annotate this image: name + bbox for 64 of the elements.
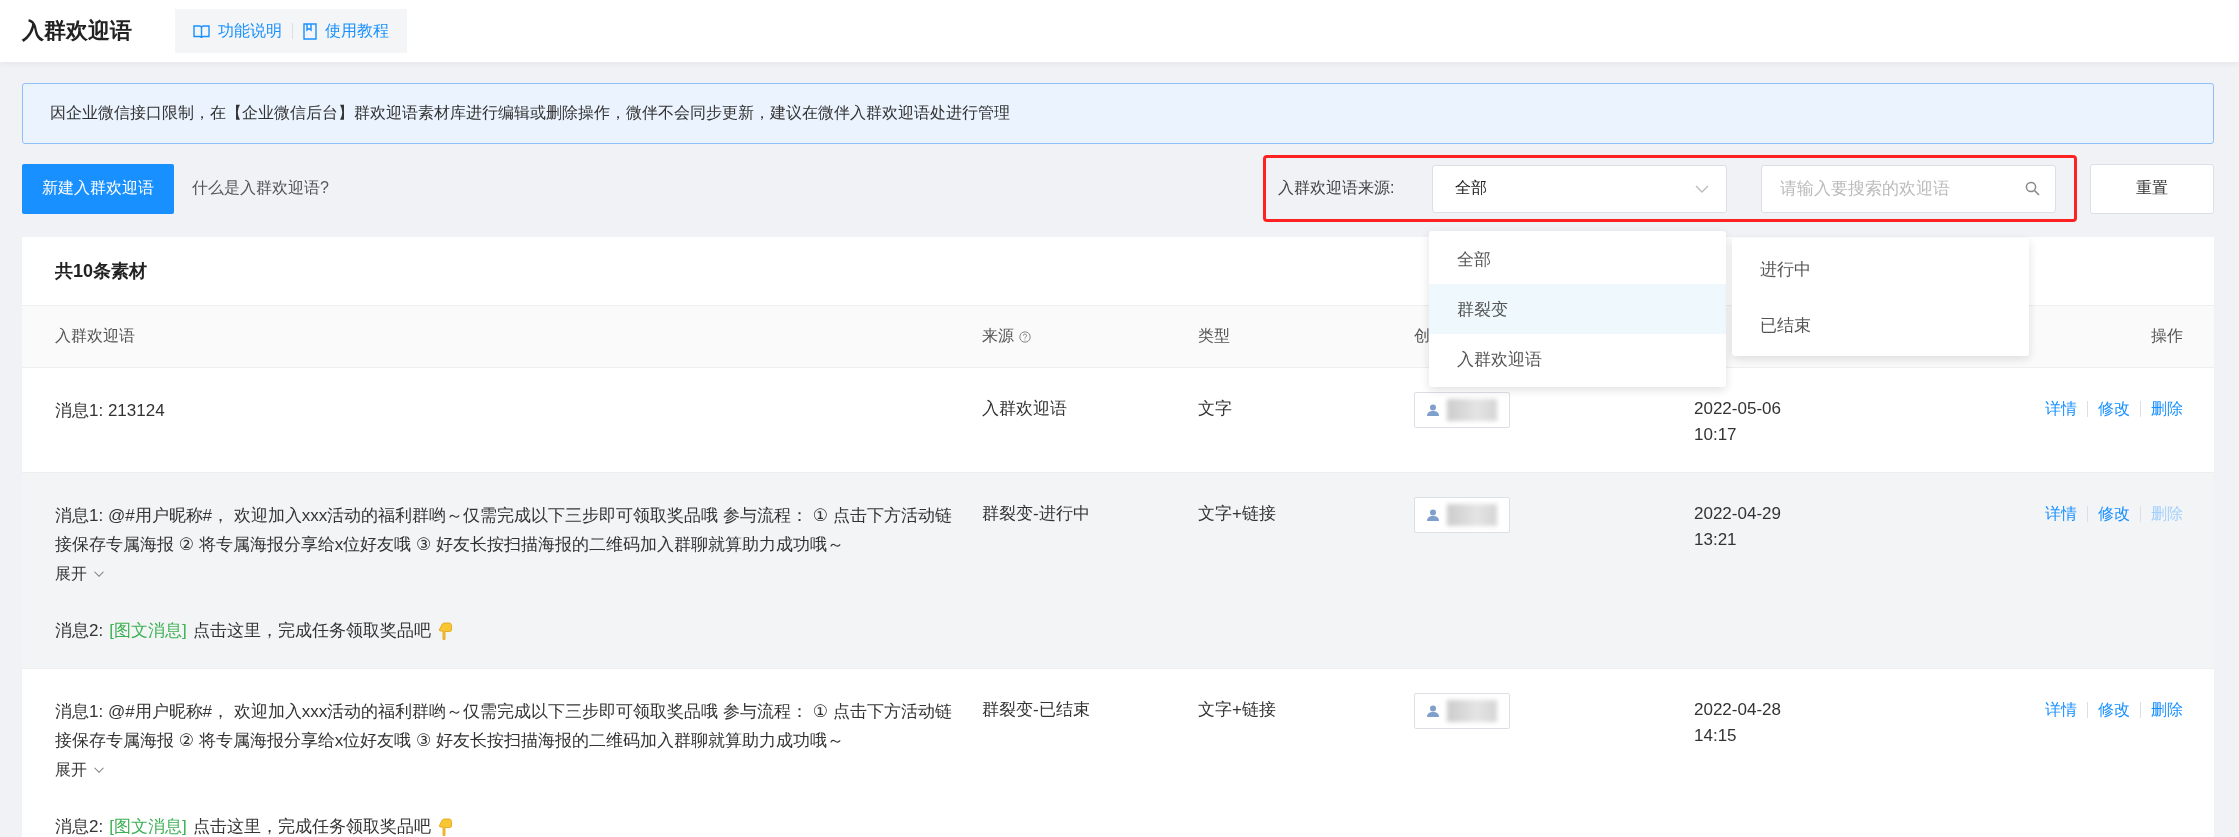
user-icon bbox=[1427, 509, 1439, 521]
expand-toggle[interactable]: 展开 bbox=[55, 559, 105, 588]
message-tag: [图文消息] bbox=[109, 814, 187, 837]
time-text: 10:17 bbox=[1694, 424, 1738, 446]
action-link[interactable]: 修改 bbox=[2098, 697, 2130, 723]
redacted-name bbox=[1447, 399, 1497, 421]
submenu-option[interactable]: 进行中 bbox=[1732, 241, 2029, 297]
card-title: 共10条素材 bbox=[55, 260, 148, 283]
search-field[interactable]: 请输入要搜索的欢迎语 bbox=[1761, 164, 2056, 213]
column-header: 类型 bbox=[1198, 326, 1231, 346]
book-icon bbox=[193, 23, 210, 39]
date-text: 2022-04-28 bbox=[1694, 699, 1782, 721]
help-icon bbox=[1019, 330, 1031, 343]
type-cell-text: 文字+链接 bbox=[1198, 503, 1277, 525]
help-link[interactable]: 什么是入群欢迎语? bbox=[192, 178, 329, 199]
reset-button[interactable]: 重置 bbox=[2090, 163, 2214, 214]
search-icon bbox=[2025, 180, 2040, 196]
message-text: 消息1: @#用户昵称#， 欢迎加入xxx活动的福利群哟～仅需完成以下三步即可领取奖品哦 参与流程： ① 点击下方活动链接保存专属海报 ② 将专属海报分享给x位好友哦 ③ 好友长按扫描海报的二维码加入群聊就算助力成功哦～ bbox=[55, 701, 952, 752]
date-text: 2022-05-06 bbox=[1694, 398, 1782, 420]
source-cell-text: 入群欢迎语 bbox=[982, 398, 1068, 420]
pointing-hand-icon bbox=[436, 818, 453, 836]
source-cell-text: 群裂变-已结束 bbox=[982, 699, 1091, 721]
dropdown-option[interactable]: 入群欢迎语 bbox=[1429, 334, 1726, 384]
column-header: 创 bbox=[1414, 326, 1431, 346]
create-button[interactable]: 新建入群欢迎语 bbox=[22, 163, 174, 214]
time-text: 14:15 bbox=[1694, 725, 1738, 747]
action-link[interactable]: 修改 bbox=[2098, 396, 2130, 422]
column-header: 来源 bbox=[982, 326, 1198, 347]
header-link[interactable]: 使用教程 bbox=[303, 20, 389, 42]
page-title: 入群欢迎语 bbox=[22, 17, 133, 45]
user-icon bbox=[1427, 404, 1439, 416]
message-text: 消息1: @#用户昵称#， 欢迎加入xxx活动的福利群哟～仅需完成以下三步即可领取奖品哦 参与流程： ① 点击下方活动链接保存专属海报 ② 将专属海报分享给x位好友哦 ③ 好友长按扫描海报的二维码加入群聊就算助力成功哦～ bbox=[55, 505, 952, 556]
type-cell-text: 文字 bbox=[1198, 398, 1233, 420]
submenu-option[interactable]: 已结束 bbox=[1732, 297, 2029, 353]
document-icon bbox=[303, 22, 317, 40]
time-text: 13:21 bbox=[1694, 529, 1738, 551]
action-link[interactable]: 详情 bbox=[2045, 501, 2077, 527]
expand-toggle[interactable]: 展开 bbox=[55, 755, 105, 784]
action-link[interactable]: 修改 bbox=[2098, 501, 2130, 527]
user-icon bbox=[1427, 705, 1439, 717]
header-link[interactable]: 功能说明 bbox=[193, 20, 282, 42]
dropdown-option[interactable]: 全部 bbox=[1429, 234, 1726, 284]
message-label: 消息2: bbox=[55, 816, 104, 837]
message-tag: [图文消息] bbox=[109, 618, 187, 644]
dropdown-option[interactable]: 群裂变 bbox=[1429, 284, 1726, 334]
notice-banner: 因企业微信接口限制，在【企业微信后台】群欢迎语素材库进行编辑或删除操作，微伴不会同步更新，建议在微伴入群欢迎语处进行管理 bbox=[22, 83, 2214, 144]
date-text: 2022-04-29 bbox=[1694, 503, 1782, 525]
action-link[interactable]: 详情 bbox=[2045, 396, 2077, 422]
filter-label: 入群欢迎语来源: bbox=[1278, 178, 1396, 198]
source-cell-text: 群裂变-进行中 bbox=[982, 503, 1091, 525]
type-cell-text: 文字+链接 bbox=[1198, 699, 1277, 721]
message-text: 消息1: 213124 bbox=[55, 400, 166, 422]
redacted-name bbox=[1447, 700, 1497, 722]
column-header: 操作 bbox=[2151, 326, 2183, 346]
redacted-name bbox=[1447, 504, 1497, 526]
column-header: 入群欢迎语 bbox=[55, 326, 136, 346]
pointing-hand-icon bbox=[436, 622, 453, 640]
action-link[interactable]: 详情 bbox=[2045, 697, 2077, 723]
message-label: 消息2: bbox=[55, 620, 104, 642]
source-select[interactable]: 全部 bbox=[1432, 164, 1727, 213]
action-link[interactable]: 删除 bbox=[2151, 697, 2183, 723]
action-link[interactable]: 删除 bbox=[2151, 396, 2183, 422]
message-text: 点击这里，完成任务领取奖品吧 bbox=[192, 816, 431, 837]
message-text: 点击这里，完成任务领取奖品吧 bbox=[192, 620, 431, 642]
